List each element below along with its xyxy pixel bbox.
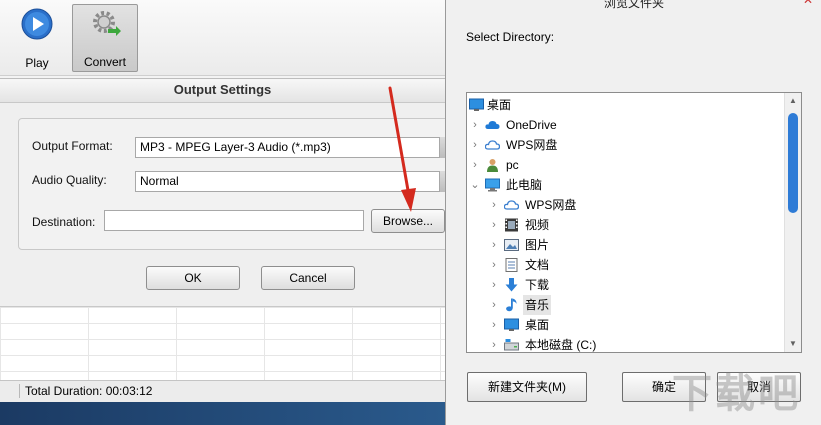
scroll-up-icon[interactable]: ▲	[785, 93, 801, 109]
converter-app-window: Play Convert Output Settings Output Form…	[0, 0, 458, 425]
chevron-right-icon[interactable]: ›	[489, 235, 499, 255]
chevron-right-icon[interactable]: ›	[489, 315, 499, 335]
close-icon[interactable]: ✕	[803, 0, 815, 6]
chevron-right-icon[interactable]: ›	[470, 135, 480, 155]
dialog-title: Output Settings	[0, 79, 445, 103]
tree-item-label: 此电脑	[506, 178, 543, 192]
file-list-grid[interactable]	[0, 306, 445, 380]
picture-icon	[504, 239, 519, 251]
gear-icon	[93, 11, 121, 36]
download-icon	[505, 278, 518, 292]
tree-item-label: 视频	[525, 218, 550, 232]
video-icon	[505, 218, 518, 232]
play-button[interactable]: Play	[4, 4, 70, 72]
chevron-right-icon[interactable]: ›	[489, 335, 499, 352]
toolbar: Play Convert	[0, 0, 445, 76]
ok-button[interactable]: OK	[146, 266, 240, 290]
audio-quality-label: Audio Quality:	[32, 173, 107, 187]
user-icon	[487, 159, 498, 172]
scrollbar-thumb[interactable]	[788, 113, 798, 213]
chevron-right-icon[interactable]: ›	[489, 295, 499, 315]
cloud-icon	[485, 121, 500, 129]
drive-icon	[504, 339, 519, 351]
audio-quality-value: Normal	[140, 174, 179, 188]
tree-item-label: WPS网盘	[525, 198, 577, 212]
desktop-icon	[469, 98, 484, 111]
watermark-logo: 下载吧	[672, 371, 801, 417]
desktop-icon	[504, 318, 519, 331]
output-format-label: Output Format:	[32, 139, 113, 153]
convert-button[interactable]: Convert	[72, 4, 138, 72]
chevron-right-icon[interactable]: ›	[489, 275, 499, 295]
tree-item-label: 下载	[525, 278, 550, 292]
tree-scrollbar[interactable]: ▲ ▼	[784, 93, 801, 352]
select-directory-label: Select Directory:	[466, 30, 555, 44]
chevron-right-icon[interactable]: ›	[470, 155, 480, 175]
computer-icon	[485, 178, 500, 192]
play-icon	[21, 8, 53, 40]
cloud-outline-icon	[504, 200, 519, 210]
tree-item-label: 文档	[525, 258, 550, 272]
tree-item-label: 图片	[525, 238, 550, 252]
folder-tree[interactable]: 桌面 › OneDrive › WPS网盘 › pc ⌄ 此电脑 › WPS网盘	[466, 92, 802, 353]
new-folder-button[interactable]: 新建文件夹(M)	[467, 372, 587, 402]
scroll-down-icon[interactable]: ▼	[785, 336, 801, 352]
chevron-right-icon[interactable]: ›	[489, 215, 499, 235]
chevron-right-icon[interactable]: ›	[470, 115, 480, 135]
destination-input[interactable]	[104, 210, 364, 231]
tree-item-label: 音乐	[523, 295, 552, 315]
browse-dialog-title: 浏览文件夹	[603, 0, 664, 10]
output-format-select[interactable]: MP3 - MPEG Layer-3 Audio (*.mp3)	[135, 137, 445, 158]
play-label: Play	[25, 56, 49, 70]
browse-folder-dialog: 浏览文件夹 ✕ Select Directory: 桌面 › OneDrive …	[445, 0, 821, 425]
tree-item-label: 桌面	[487, 98, 512, 112]
chevron-right-icon[interactable]: ›	[489, 255, 499, 275]
total-duration-text: Total Duration: 00:03:12	[25, 384, 153, 398]
cloud-outline-icon	[485, 140, 500, 150]
tree-item-label: pc	[506, 158, 519, 172]
browse-button[interactable]: Browse...	[371, 209, 445, 233]
document-icon	[505, 258, 518, 272]
output-format-value: MP3 - MPEG Layer-3 Audio (*.mp3)	[140, 140, 331, 154]
tree-item-label: OneDrive	[506, 118, 557, 132]
status-separator	[19, 384, 20, 398]
status-bar: Total Duration: 00:03:12	[0, 380, 445, 402]
chevron-right-icon[interactable]: ›	[489, 195, 499, 215]
chevron-down-icon[interactable]: ⌄	[470, 175, 480, 195]
cancel-button[interactable]: Cancel	[261, 266, 355, 290]
tree-item-label: 本地磁盘 (C:)	[525, 338, 597, 352]
tree-item-label: 桌面	[525, 318, 550, 332]
tree-item-label: WPS网盘	[506, 138, 558, 152]
destination-label: Destination:	[32, 215, 96, 229]
desktop-background	[0, 402, 445, 425]
music-icon	[506, 298, 517, 312]
convert-label: Convert	[83, 55, 127, 69]
audio-quality-select[interactable]: Normal	[135, 171, 445, 192]
